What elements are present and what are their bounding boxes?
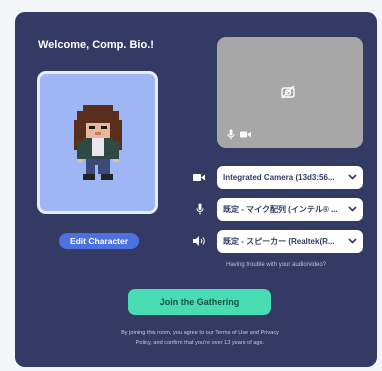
microphone-select[interactable]: 既定 - マイク配列 (インテル® ... xyxy=(217,198,363,221)
av-trouble-link[interactable]: Having trouble with your audio/video? xyxy=(226,262,326,268)
microphone-icon[interactable] xyxy=(227,129,235,140)
camera-select[interactable]: Integrated Camera (13d3:56... xyxy=(217,166,363,189)
camera-off-icon xyxy=(281,85,295,99)
speaker-select[interactable]: 既定 - スピーカー (Realtek(R... xyxy=(217,230,363,253)
chevron-down-icon xyxy=(348,206,357,212)
pixel-avatar xyxy=(74,105,122,180)
legal-line-2: Policy, and confirm that you're over 13 … xyxy=(135,340,265,346)
microphone-icon xyxy=(196,203,204,215)
speaker-select-value: 既定 - スピーカー (Realtek(R... xyxy=(223,237,335,246)
legal-notice: By joining this room, you agree to our T… xyxy=(90,328,310,348)
chevron-down-icon xyxy=(348,238,357,244)
speaker-icon xyxy=(193,236,205,246)
video-camera-icon xyxy=(193,174,205,181)
video-preview xyxy=(217,37,363,148)
legal-line-1: By joining this room, you agree to our T… xyxy=(121,330,279,336)
chevron-down-icon xyxy=(348,174,357,180)
welcome-title: Welcome, Comp. Bio.! xyxy=(38,39,154,51)
avatar-preview xyxy=(37,71,158,214)
microphone-select-value: 既定 - マイク配列 (インテル® ... xyxy=(223,205,338,214)
edit-character-button[interactable]: Edit Character xyxy=(59,233,139,249)
video-camera-icon[interactable] xyxy=(240,131,251,138)
camera-select-value: Integrated Camera (13d3:56... xyxy=(223,173,335,182)
join-gathering-button[interactable]: Join the Gathering xyxy=(128,289,271,315)
